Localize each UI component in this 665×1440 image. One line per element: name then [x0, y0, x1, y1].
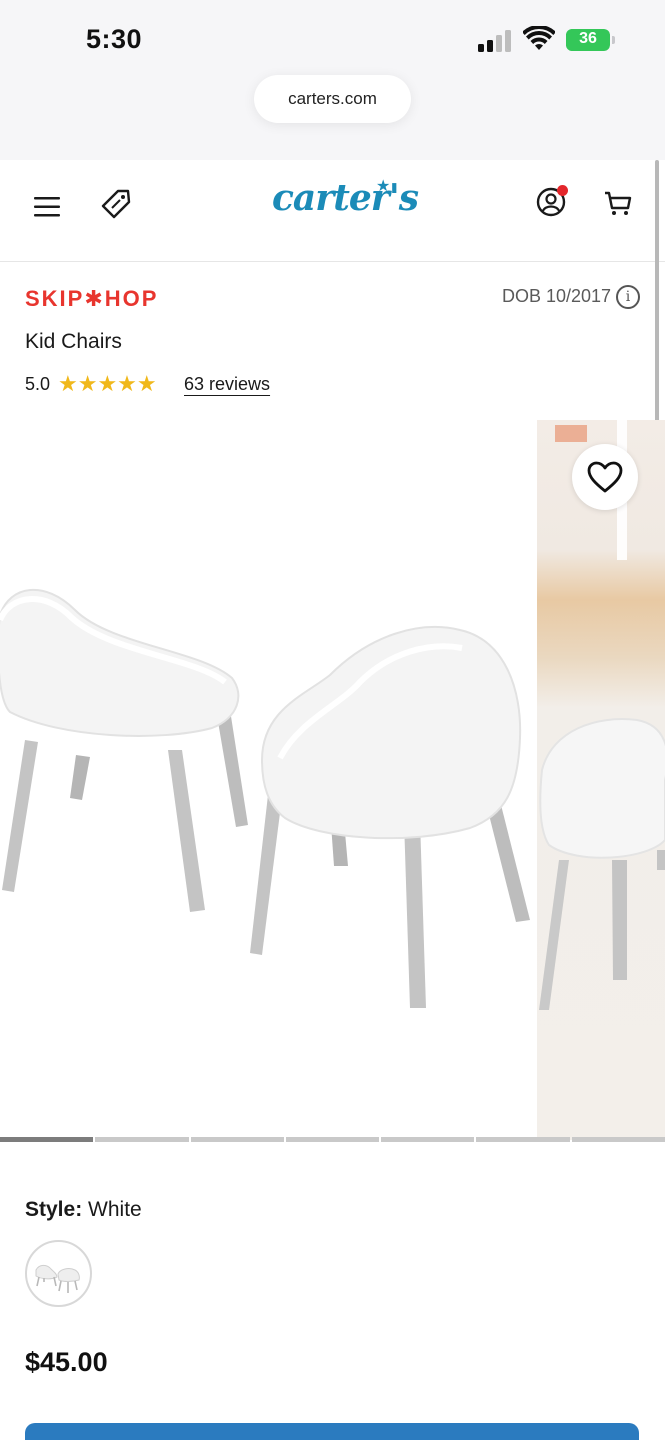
- status-time: 5:30: [86, 24, 143, 54]
- battery-level: 36: [579, 30, 597, 47]
- product-title: Kid Chairs: [25, 330, 122, 353]
- address-bar-url: carters.com: [288, 89, 377, 108]
- cellular-signal-icon: [478, 30, 511, 52]
- carousel-indicator[interactable]: [190, 1137, 284, 1142]
- rating-value: 5.0: [25, 374, 51, 394]
- brand-name[interactable]: SKIP✱HOP: [25, 286, 158, 312]
- carousel-indicators: [0, 1137, 665, 1143]
- carousel-indicator[interactable]: [95, 1137, 189, 1142]
- cart-button[interactable]: [600, 186, 636, 220]
- address-bar[interactable]: carters.com: [254, 75, 411, 123]
- style-label: Style: White: [25, 1198, 142, 1222]
- shopping-cart-icon: [605, 191, 632, 215]
- carousel-indicator[interactable]: [571, 1137, 665, 1142]
- browser-chrome: 5:30 36 carters.com: [0, 0, 665, 160]
- product-image-carousel[interactable]: [0, 420, 665, 1140]
- wifi-icon: [523, 26, 555, 50]
- carousel-indicator[interactable]: [0, 1137, 94, 1142]
- style-label-key: Style:: [25, 1198, 83, 1221]
- next-product-image[interactable]: [537, 420, 665, 1140]
- carousel-indicator[interactable]: [381, 1137, 475, 1142]
- deals-button[interactable]: [98, 186, 134, 222]
- battery-icon: 36: [566, 29, 616, 51]
- dob-label: DOB 10/2017: [502, 286, 612, 306]
- style-label-value: White: [88, 1198, 142, 1221]
- logo-star-icon: ★: [376, 178, 391, 195]
- hamburger-menu-icon: [34, 197, 60, 217]
- info-icon[interactable]: i: [616, 285, 640, 309]
- carousel-indicator[interactable]: [285, 1137, 380, 1142]
- price-tag-icon: [101, 189, 131, 219]
- swatch-thumbnail: [35, 1264, 80, 1293]
- site-header: carter's ★: [0, 160, 665, 262]
- heart-icon: [587, 461, 623, 493]
- style-swatch-white[interactable]: [25, 1240, 92, 1307]
- carousel-indicator[interactable]: [476, 1137, 570, 1142]
- notification-badge: [557, 185, 568, 196]
- reviews-link[interactable]: 63 reviews: [184, 374, 270, 395]
- rating-stars-icon: ★★★★★: [58, 371, 157, 396]
- product-image[interactable]: [0, 420, 537, 1140]
- menu-button[interactable]: [30, 190, 64, 224]
- favorite-button[interactable]: [572, 444, 638, 510]
- scrollbar-thumb[interactable]: [655, 160, 659, 426]
- logo-text: carter's: [272, 177, 419, 219]
- product-price: $45.00: [25, 1347, 108, 1377]
- add-to-bag-button[interactable]: [25, 1423, 639, 1440]
